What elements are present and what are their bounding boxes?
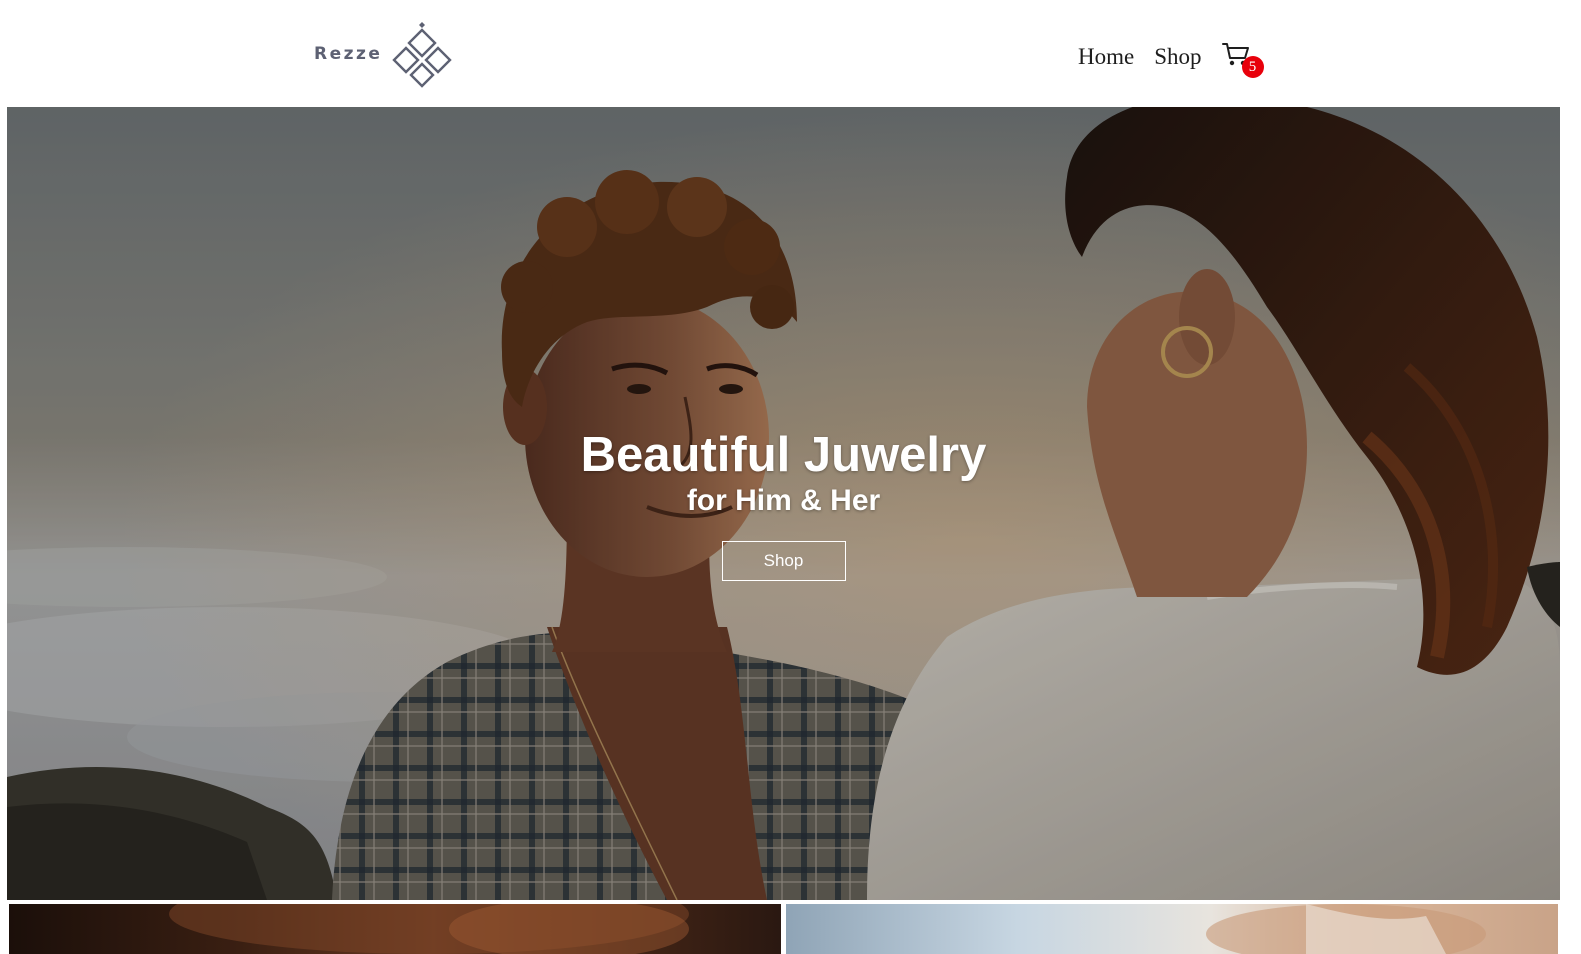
nav-shop-link[interactable]: Shop: [1154, 40, 1201, 74]
brand-name: Rezze: [314, 44, 383, 64]
warm-portrait-photo: [169, 904, 689, 954]
diamond-lattice-icon: [392, 22, 453, 88]
hero-shop-button[interactable]: Shop: [721, 541, 846, 581]
cart-button[interactable]: 5: [1221, 40, 1266, 78]
hero-content: Beautiful Juwelry for Him & Her Shop: [7, 427, 1560, 581]
cart-count-badge: 5: [1241, 56, 1264, 78]
page: Rezze Home Shop 5 Beautiful Juwelry for …: [0, 0, 1581, 954]
hero-subtitle: for Him & Her: [686, 484, 881, 517]
main-nav: Home Shop 5: [1078, 40, 1266, 78]
brand-logo[interactable]: Rezze: [314, 18, 456, 90]
nav-home-link[interactable]: Home: [1078, 40, 1134, 74]
site-header: Rezze Home Shop 5: [0, 0, 1581, 106]
hero-title: Beautiful Juwelry: [580, 428, 987, 482]
category-tile-right[interactable]: [786, 904, 1558, 954]
category-tile-left[interactable]: [9, 904, 781, 954]
bright-portrait-photo: [1206, 904, 1486, 954]
hero-banner: Beautiful Juwelry for Him & Her Shop: [7, 107, 1560, 900]
